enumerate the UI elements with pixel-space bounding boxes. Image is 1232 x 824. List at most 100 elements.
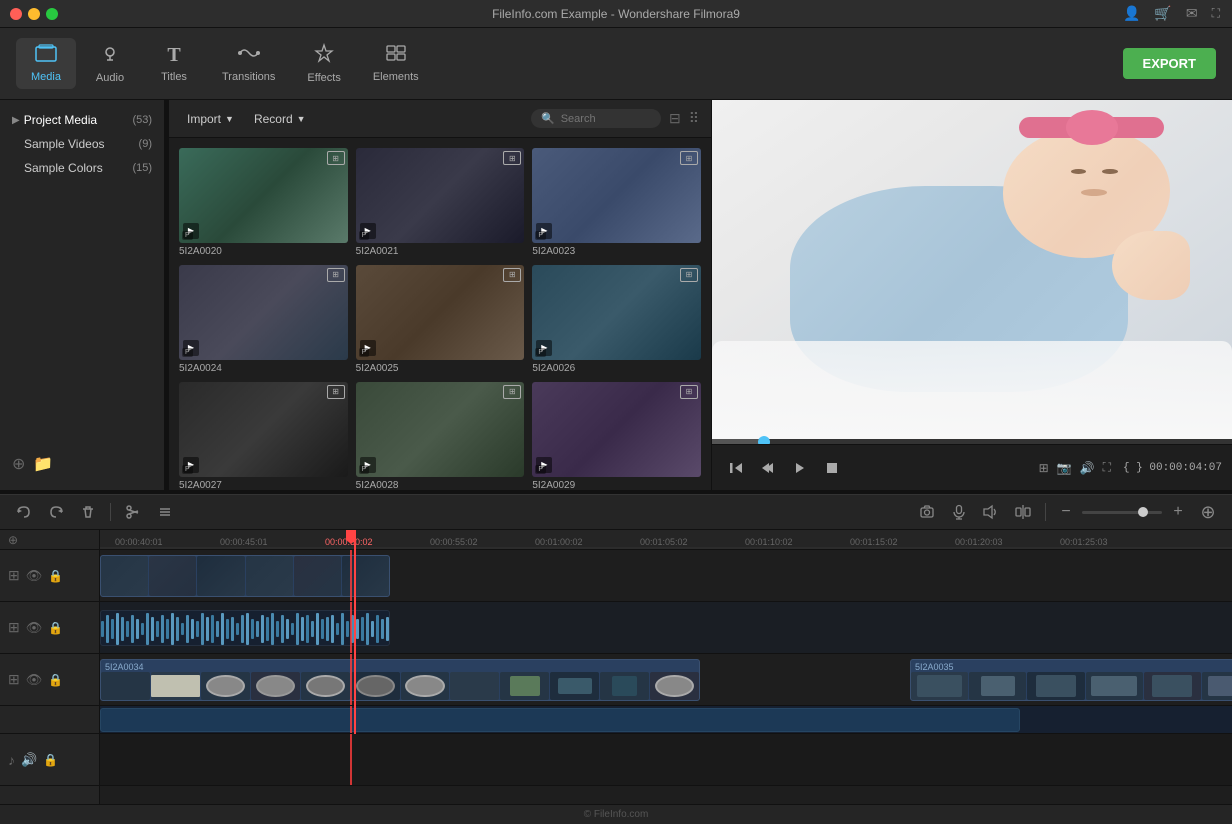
audio-track-2-controls: ♪ 🔊 🔒 [0,734,99,786]
media-name-5I2A0021: 5I2A0021 [356,246,525,257]
elements-tab[interactable]: Elements [359,38,433,89]
sidebar-item-sample-colors[interactable]: Sample Colors (15) [0,156,164,180]
search-input[interactable] [561,113,651,125]
media-thumb-5I2A0029: ⊞ ▶ P [532,382,701,477]
thumb-overlay-5I2A0020: ⊞ [327,151,345,165]
close-button[interactable] [10,8,22,20]
audio-clip-1[interactable] [100,610,390,646]
media-tab[interactable]: Media [16,38,76,89]
zoom-slider[interactable] [1082,511,1162,514]
new-folder-icon[interactable]: 📁 [33,454,53,474]
undo-button[interactable] [12,500,36,524]
skip-back-button[interactable] [722,454,750,482]
export-button[interactable]: EXPORT [1123,48,1216,79]
minimize-button[interactable] [28,8,40,20]
transitions-tab[interactable]: Transitions [208,38,289,89]
add-track-icon[interactable]: ⊕ [8,533,18,547]
playhead-video2 [350,654,352,705]
voiceover-icon[interactable] [979,500,1003,524]
elements-label: Elements [373,71,419,83]
titles-tab[interactable]: T Titles [144,38,204,89]
titlebar: FileInfo.com Example - Wondershare Filmo… [0,0,1232,28]
audio-track-1-eye-icon[interactable]: 👁 [26,620,43,636]
media-item-5I2A0027[interactable]: ⊞ ▶ P 5I2A0027 [179,382,348,490]
media-icon [35,44,57,67]
cut-button[interactable] [121,500,145,524]
search-box: 🔍 [531,109,661,128]
media-name-5I2A0025: 5I2A0025 [356,363,525,374]
media-item-5I2A0021[interactable]: ⊞ ▶ P 5I2A0021 [356,148,525,257]
audio-track-2-lock-icon[interactable]: 🔒 [43,753,58,767]
media-item-5I2A0025[interactable]: ⊞ ▶ P 5I2A0025 [356,265,525,374]
media-item-5I2A0028[interactable]: ⊞ ▶ P 5I2A0028 [356,382,525,490]
screen-size-icon[interactable]: ⊞ [1039,461,1049,475]
transitions-label: Transitions [222,71,275,83]
video-track-1-lock-icon[interactable]: 🔒 [48,569,63,583]
split-icon[interactable] [1011,500,1035,524]
video-clip-2a[interactable]: 5I2A0034 [100,659,700,701]
zoom-out-button[interactable]: − [1056,502,1076,522]
media-item-5I2A0029[interactable]: ⊞ ▶ P 5I2A0029 [532,382,701,490]
record-dropdown[interactable]: Record ▼ [248,109,312,129]
maximize-button[interactable] [46,8,58,20]
video-track-1-eye-icon[interactable]: 👁 [26,568,43,584]
video-clip-2b[interactable]: 5I2A0035 [910,659,1232,701]
video-track-1-controls: ⊞ 👁 🔒 [0,550,99,602]
tl-snapshot-icon[interactable] [915,500,939,524]
profile-icon[interactable]: 👤 [1123,5,1140,22]
sidebar-item-project-media[interactable]: ▶ Project Media (53) [0,108,164,132]
video-track-2-grid-icon[interactable]: ⊞ [8,671,20,688]
media-item-5I2A0023[interactable]: ⊞ ▶ P 5I2A0023 [532,148,701,257]
media-item-5I2A0026[interactable]: ⊞ ▶ P 5I2A0026 [532,265,701,374]
sample-videos-count: (9) [139,138,152,150]
playhead-video1 [350,550,352,601]
add-to-timeline-icon[interactable]: ⊕ [12,454,25,474]
media-toolbar: Import ▼ Record ▼ 🔍 ⊟ ⠿ [169,100,711,138]
video-track-2-lock-icon[interactable]: 🔒 [48,673,63,687]
video-track-1-grid-icon[interactable]: ⊞ [8,567,20,584]
media-name-5I2A0026: 5I2A0026 [532,363,701,374]
zoom-window-icon[interactable]: ⛶ [1212,6,1220,21]
grid-view-icon[interactable]: ⠿ [689,110,699,127]
blue-track-controls [0,706,99,734]
media-thumb-5I2A0021: ⊞ ▶ P [356,148,525,243]
import-dropdown[interactable]: Import ▼ [181,109,240,129]
sidebar-item-sample-videos[interactable]: Sample Videos (9) [0,132,164,156]
blue-clip[interactable] [100,708,1020,732]
stop-button[interactable] [818,454,846,482]
track-scroll-area[interactable]: 00:00:40:01 00:00:45:01 00:00:50:02 00:0… [100,530,1232,804]
audio-tab[interactable]: Audio [80,37,140,90]
elements-icon [385,44,407,67]
video-clip-1[interactable] [100,555,390,597]
effects-tab[interactable]: Effects [293,37,354,90]
audio-track-2-music-icon[interactable]: ♪ [8,752,15,768]
play-button[interactable] [786,454,814,482]
transitions-icon [238,44,260,67]
zoom-slider-handle[interactable] [1138,507,1148,517]
mic-icon[interactable] [947,500,971,524]
media-item-5I2A0020[interactable]: ⊞ ▶ P 5I2A0020 [179,148,348,257]
audio-track-2-volume-icon[interactable]: 🔊 [21,752,37,768]
media-name-5I2A0020: 5I2A0020 [179,246,348,257]
media-thumb-5I2A0028: ⊞ ▶ P [356,382,525,477]
delete-button[interactable] [76,500,100,524]
snapshot-icon[interactable]: 📷 [1057,461,1072,475]
filter-icon[interactable]: ⊟ [669,110,681,127]
zoom-in-button[interactable]: + [1168,502,1188,522]
media-item-5I2A0024[interactable]: ⊞ ▶ P 5I2A0024 [179,265,348,374]
audio-track-1-lock-icon[interactable]: 🔒 [48,621,63,635]
cart-icon[interactable]: 🛒 [1154,5,1171,22]
media-name-5I2A0023: 5I2A0023 [532,246,701,257]
volume-icon[interactable]: 🔊 [1080,461,1095,475]
fullscreen-icon[interactable]: ⛶ [1103,460,1111,475]
thumb-overlay-5I2A0026: ⊞ [680,268,698,282]
mail-icon[interactable]: ✉ [1186,5,1198,22]
list-button[interactable] [153,500,177,524]
video-track-2-eye-icon[interactable]: 👁 [26,672,43,688]
step-back-button[interactable] [754,454,782,482]
redo-button[interactable] [44,500,68,524]
media-name-5I2A0028: 5I2A0028 [356,480,525,490]
media-name-5I2A0027: 5I2A0027 [179,480,348,490]
audio-track-1-grid-icon[interactable]: ⊞ [8,619,20,636]
add-track-button[interactable]: ⊕ [1196,500,1220,524]
